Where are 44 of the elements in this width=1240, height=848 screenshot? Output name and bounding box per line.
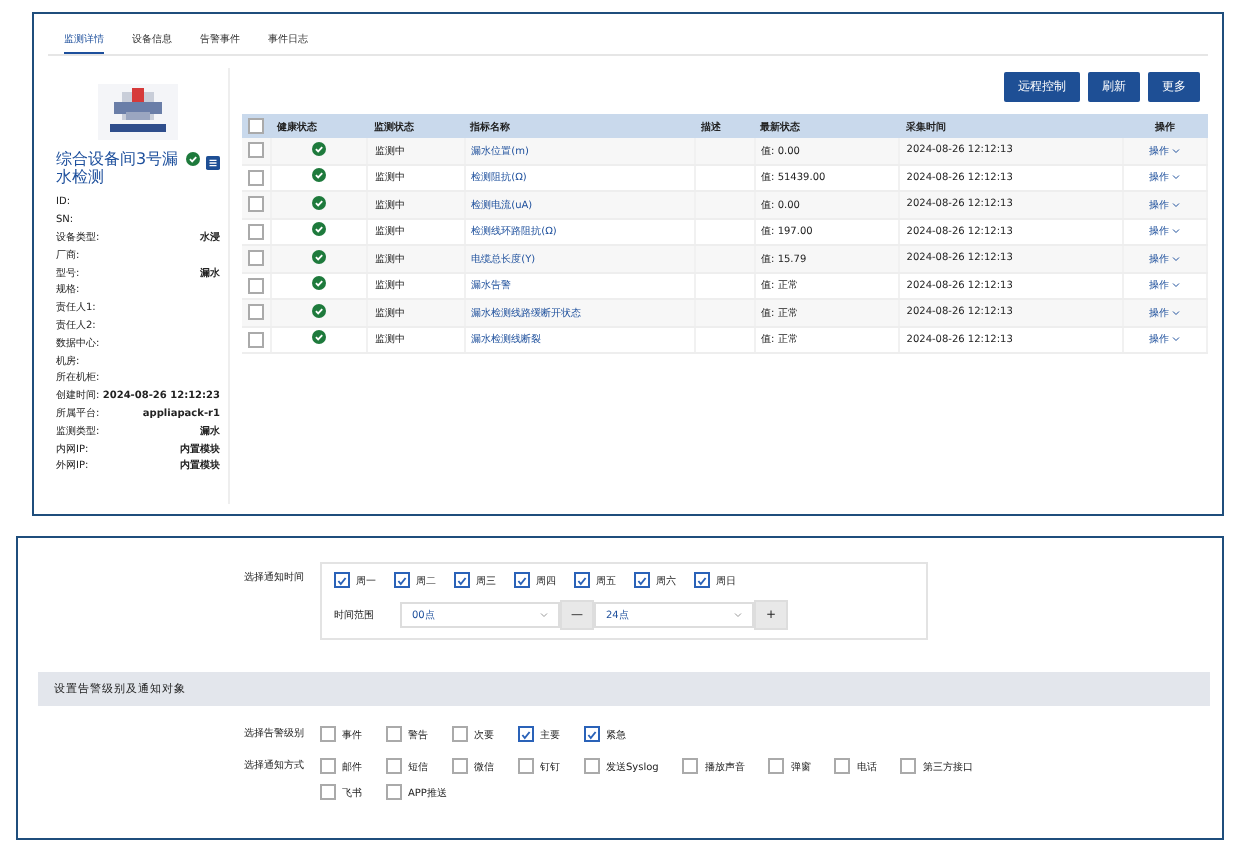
checkbox[interactable] <box>518 726 534 742</box>
checkbox[interactable] <box>320 784 336 800</box>
checkbox[interactable] <box>248 169 264 186</box>
chevron-down-icon <box>1172 228 1181 235</box>
checkbox[interactable] <box>454 572 470 588</box>
checkbox[interactable] <box>574 572 590 588</box>
checkbox[interactable] <box>900 758 917 774</box>
checkbox[interactable] <box>386 784 402 800</box>
chevron-down-icon <box>1172 147 1181 154</box>
checkbox[interactable] <box>248 118 264 134</box>
device-name: 综合设备间3号漏水检测 <box>56 152 180 188</box>
checkbox[interactable] <box>248 331 264 348</box>
chevron-down-icon <box>1172 255 1181 262</box>
checkbox[interactable] <box>248 142 264 159</box>
chevron-down-icon <box>1172 336 1181 343</box>
checkbox[interactable] <box>334 572 350 588</box>
checkbox[interactable] <box>514 572 530 588</box>
checkbox[interactable] <box>386 758 402 774</box>
checkbox[interactable] <box>452 726 468 742</box>
checkbox[interactable] <box>834 758 851 774</box>
checkbox[interactable] <box>248 223 264 240</box>
checkbox[interactable] <box>248 250 264 267</box>
dropdown-icon <box>734 611 742 617</box>
checkbox[interactable] <box>584 726 600 742</box>
checkbox[interactable] <box>248 196 264 213</box>
checkbox[interactable] <box>452 758 468 774</box>
chevron-down-icon <box>1172 201 1181 208</box>
checkbox[interactable] <box>694 572 710 588</box>
checkbox[interactable] <box>518 758 534 774</box>
dropdown-icon <box>540 611 548 617</box>
checkbox[interactable] <box>394 572 410 588</box>
checkbox[interactable] <box>320 758 336 774</box>
checkbox[interactable] <box>682 758 699 774</box>
checkbox[interactable] <box>386 726 402 742</box>
list-icon[interactable] <box>206 156 220 170</box>
checkbox[interactable] <box>248 304 264 321</box>
chevron-down-icon <box>1172 309 1181 316</box>
chevron-down-icon <box>1172 282 1181 289</box>
chevron-down-icon <box>1172 174 1181 181</box>
checkbox[interactable] <box>248 277 264 294</box>
checkbox[interactable] <box>634 572 650 588</box>
checkbox[interactable] <box>584 758 600 774</box>
checkbox[interactable] <box>320 726 336 742</box>
checkbox[interactable] <box>768 758 785 774</box>
